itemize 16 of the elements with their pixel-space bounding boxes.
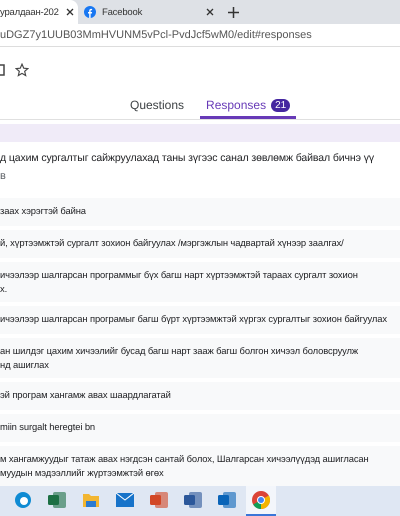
address-text[interactable]: uDGZ7y1UUB03MmHVUNM5vPcl-PvdJcf5wM0/edit#responses [0,28,312,41]
browser-tab[interactable]: Facebook [84,0,218,24]
response-text: miin surgalt heregtei bn [0,414,400,442]
response-text: заах хэрэгтэй байна [0,198,400,226]
response-count: 21 [271,98,290,112]
response-text: эй програм хангамж авах шаардлагатай [0,382,400,410]
response-text: ичээлээр шалгарсан программыг бүх багш нарт хүртээмжтэй тараах сургалт зохион х. [0,262,400,302]
question-subtitle: в [0,170,7,182]
response-text: м хангамжуудыг татаж авах нэгдсэн сантай болох, Шалгарсан хичээлүүдэд ашигласан муудын мэдээллийг жүртээмжтэй өгөх [0,446,400,486]
question-title: д цахим сургалтыг сайжруулахад таны зүгээс санал зөвлөмж байвал бичнэ үү [0,152,375,164]
browser-tab[interactable]: уралдаан-202 [0,0,78,24]
response-text: й, хүртээмжтэй сургалт зохион байгуулах /мэргэжлын чадвартай хүнээр заалгах/ [0,230,400,258]
response-text: ичээлээр шалгарсан програмыг багш бүрт хүртээмжтэй хүргэх сургалтыг зохион байгуулах [0,306,400,334]
response-text: ан шилдэг цахим хичээлийг бусад багш нарт зааж багш болгон хичээл боловсруулж нд ашиглах [0,338,400,378]
form-tab[interactable]: Responses 21 [200,94,296,120]
form-tab[interactable]: Questions [124,94,190,120]
